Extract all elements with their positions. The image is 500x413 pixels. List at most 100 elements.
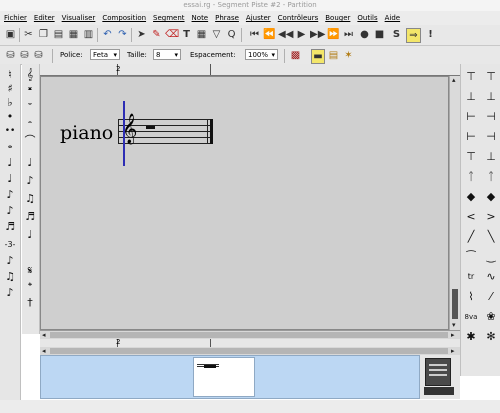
font-select[interactable]: Feta — [90, 49, 120, 61]
trill-icon[interactable]: ⊢ — [463, 130, 479, 144]
fermata-icon[interactable]: † — [22, 296, 38, 310]
menu-ajuster[interactable]: Ajuster — [246, 11, 271, 25]
paste-special-icon[interactable]: ▥ — [82, 28, 95, 41]
print-preview-icon[interactable]: ▩ — [289, 49, 302, 62]
whole-rest-icon[interactable] — [146, 126, 155, 129]
beam-icon[interactable]: ⛁ — [32, 49, 45, 62]
whole-note-icon[interactable]: 𝅝 — [2, 138, 18, 152]
insert-cursor[interactable] — [123, 101, 125, 166]
insert-icon[interactable]: ▤ — [327, 49, 340, 62]
accidental-flat-icon[interactable]: ♭ — [2, 96, 18, 110]
grace-note-icon[interactable]: ♪ — [2, 254, 18, 268]
star-icon[interactable]: ✶ — [342, 49, 355, 62]
mordent-icon[interactable]: ⊤ — [463, 150, 479, 164]
menu-phrase[interactable]: Phrase — [215, 11, 239, 25]
tie-icon[interactable]: ⁀ — [463, 250, 479, 264]
rewind-icon[interactable]: ⏪ — [263, 28, 276, 41]
quarter-note-icon[interactable]: ♩ — [2, 172, 18, 186]
half-note-icon[interactable]: ♩ — [2, 156, 18, 170]
trill-line-icon[interactable]: ∿ — [483, 270, 499, 284]
scroll-down-icon[interactable]: ▾ — [452, 321, 456, 329]
menu-fichier[interactable]: Fichier — [4, 11, 27, 25]
menu-editer[interactable]: Editer — [34, 11, 55, 25]
scrollbar-thumb[interactable] — [452, 289, 458, 319]
zoom-preview-icon[interactable] — [425, 358, 451, 386]
vertical-scrollbar[interactable]: ▴ ▾ — [449, 76, 460, 330]
slur-down-icon[interactable]: ╲ — [483, 230, 499, 244]
arpeggio-icon[interactable]: ⌇ — [463, 290, 479, 304]
guitar-chord-tool-icon[interactable]: ▦ — [195, 28, 208, 41]
tuplet-icon[interactable]: ♩ — [22, 228, 38, 242]
thirty-second-note-icon[interactable]: ♬ — [2, 220, 18, 234]
downbow-icon[interactable]: ᛏ — [463, 170, 479, 184]
staccato-icon[interactable]: ⊥ — [463, 90, 479, 104]
segno-icon[interactable]: 𝄋 — [22, 264, 38, 278]
zoom-slider[interactable] — [424, 387, 454, 395]
rewind-bar-icon[interactable]: ◀◀ — [278, 28, 293, 41]
trill-mark-icon[interactable]: tr — [463, 270, 479, 284]
menu-composition[interactable]: Composition — [102, 11, 146, 25]
scrollbar-thumb[interactable] — [50, 332, 448, 338]
beamed-sixteenth-icon[interactable]: ♫ — [22, 192, 38, 206]
track-cursor-icon[interactable]: ⇒ — [406, 28, 421, 43]
menu-controleurs[interactable]: Contrôleurs — [278, 11, 319, 25]
rest-icon[interactable]: ♫ — [2, 270, 18, 284]
pedal-up-icon[interactable]: ✱ — [463, 330, 479, 344]
forward-icon[interactable]: ▶▶ — [310, 28, 325, 41]
tenuto-icon[interactable]: ⊥ — [483, 90, 499, 104]
turn-icon[interactable]: ⊣ — [483, 130, 499, 144]
marcato-icon[interactable]: ⊢ — [463, 110, 479, 124]
spacing-select[interactable]: 100% — [245, 49, 278, 61]
highlight-icon[interactable]: ▬ — [311, 49, 325, 64]
save-icon[interactable]: ▣ — [4, 28, 17, 41]
pencil-tool-icon[interactable]: ✎ — [150, 28, 163, 41]
scrollbar-thumb[interactable] — [50, 348, 448, 354]
group-icon[interactable]: ⛁ — [18, 49, 31, 62]
delete-icon[interactable]: ▦ — [67, 28, 80, 41]
cut-icon[interactable]: ✂ — [22, 28, 35, 41]
rewind-to-start-icon[interactable]: ⏮ — [248, 28, 261, 41]
copy-icon[interactable]: ❐ — [37, 28, 50, 41]
beamed-group-icon[interactable]: ♬ — [22, 210, 38, 224]
ottava-icon[interactable]: 8va — [463, 310, 479, 324]
half-rest-icon[interactable]: 𝄼 — [22, 116, 38, 130]
menu-outils[interactable]: Outils — [357, 11, 377, 25]
beamed-eighth-icon[interactable]: ♪ — [22, 174, 38, 188]
slur-up-icon[interactable]: ╱ — [463, 230, 479, 244]
treble-clef-icon[interactable]: ♮ — [2, 68, 18, 82]
crescendo-hairpin-icon[interactable]: < — [463, 210, 479, 224]
paste-icon[interactable]: ▤ — [52, 28, 65, 41]
eraser-tool-icon[interactable]: ⌫ — [165, 28, 179, 41]
menu-aide[interactable]: Aide — [385, 11, 400, 25]
fast-forward-icon[interactable]: ⏩ — [327, 28, 340, 41]
panner-viewport[interactable] — [193, 357, 255, 397]
scroll-right-icon[interactable]: ▸ — [451, 347, 455, 355]
text-tool-icon[interactable]: T — [180, 28, 193, 41]
bar-ruler[interactable]: 2 — [40, 64, 460, 76]
record-icon[interactable]: ● — [358, 28, 371, 41]
forward-to-end-icon[interactable]: ⏭ — [342, 28, 355, 41]
menu-visualiser[interactable]: Visualiser — [62, 11, 96, 25]
size-select[interactable]: 8 — [153, 49, 181, 61]
redo-icon[interactable]: ↷ — [116, 28, 129, 41]
staff[interactable]: 𝄞 — [118, 114, 213, 144]
slur-icon[interactable]: ⌒ — [22, 134, 38, 148]
scroll-up-icon[interactable]: ▴ — [452, 76, 456, 84]
panic-icon[interactable]: ! — [424, 28, 437, 41]
filter-icon[interactable]: ▽ — [210, 28, 223, 41]
whole-rest-icon[interactable]: 𝄻 — [22, 100, 38, 114]
beamed-quarter-icon[interactable]: ♩ — [22, 156, 38, 170]
select-tool-icon[interactable]: ➤ — [135, 28, 148, 41]
breath-icon[interactable]: ✻ — [483, 330, 499, 344]
dynamic-icon[interactable]: ◆ — [483, 190, 499, 204]
chord-icon[interactable]: ⛁ — [4, 49, 17, 62]
sixteenth-note-icon[interactable]: ♪ — [2, 204, 18, 218]
double-dot-icon[interactable]: •• — [2, 124, 18, 138]
clef-icon[interactable]: 𝄞 — [22, 68, 38, 82]
tie-down-icon[interactable]: ‿ — [483, 250, 499, 264]
glissando-icon[interactable]: ⁄ — [483, 290, 499, 304]
eighth-note-icon[interactable]: ♪ — [2, 188, 18, 202]
horizontal-scrollbar[interactable]: ◂ ▸ — [40, 330, 460, 339]
sforzando-icon[interactable]: ⊣ — [483, 110, 499, 124]
crescendo-icon[interactable]: ⊤ — [463, 70, 479, 84]
